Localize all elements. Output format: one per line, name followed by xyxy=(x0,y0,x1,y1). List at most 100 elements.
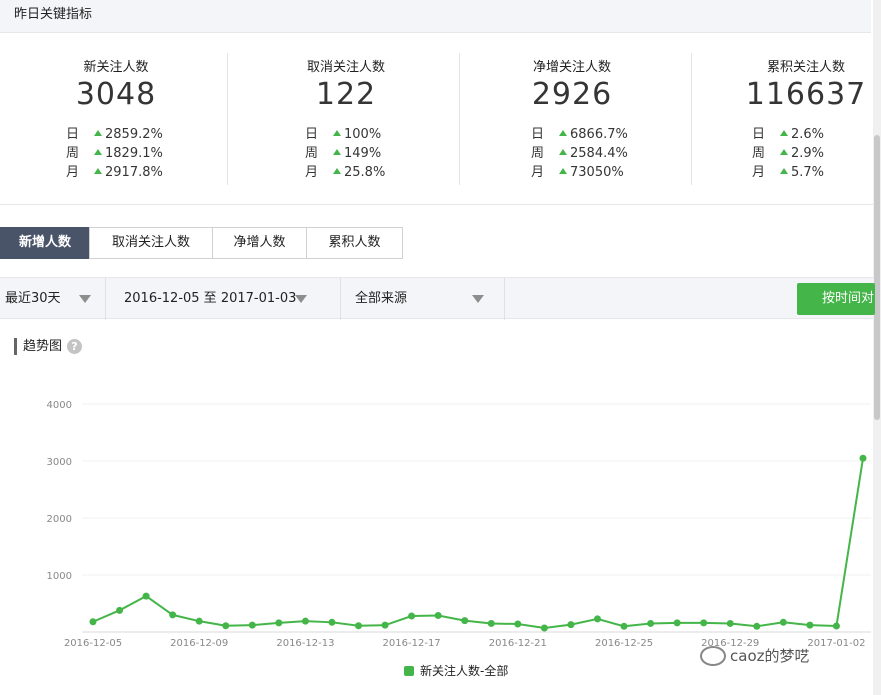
data-point[interactable] xyxy=(620,622,628,630)
metric-row-week: 周 1829.1% xyxy=(66,146,163,161)
metric-title: 累积关注人数 xyxy=(766,60,845,75)
data-point[interactable] xyxy=(434,611,442,619)
metric-row-week: 周 2584.4% xyxy=(531,146,628,161)
metric-row-day: 日 2.6% xyxy=(752,127,825,142)
data-point[interactable] xyxy=(593,615,601,623)
period-select[interactable]: 最近30天 xyxy=(0,278,106,320)
metric-value: 2926 xyxy=(531,77,613,112)
tab-unfollowers[interactable]: 取消关注人数 xyxy=(89,227,213,259)
metric-title: 取消关注人数 xyxy=(306,60,385,75)
metric-new-followers: 新关注人数 3048 日 2859.2% 周 1829.1% 月 2917.8% xyxy=(0,53,232,185)
watermark: caoz的梦呓 xyxy=(700,645,810,666)
chevron-down-icon xyxy=(79,295,91,303)
arrow-up-icon xyxy=(94,149,102,155)
x-tick-label: 2016-12-05 xyxy=(64,638,122,649)
x-tick-label: 2016-12-21 xyxy=(489,638,547,649)
section-header: 昨日关键指标 xyxy=(0,0,871,33)
help-icon[interactable]: ? xyxy=(67,339,82,354)
data-point[interactable] xyxy=(222,622,230,630)
data-point[interactable] xyxy=(647,619,655,627)
metric-net-followers: 净增关注人数 2926 日 6866.7% 周 2584.4% 月 73050% xyxy=(456,53,688,185)
arrow-up-icon xyxy=(94,130,102,136)
watermark-text: caoz的梦呓 xyxy=(730,647,810,665)
data-point[interactable] xyxy=(355,622,363,630)
tab-net-followers[interactable]: 净增人数 xyxy=(212,227,307,259)
data-point[interactable] xyxy=(726,619,734,627)
arrow-up-icon xyxy=(780,130,788,136)
metric-unfollowers: 取消关注人数 122 日 100% 周 149% 月 25.8% xyxy=(230,53,462,185)
tab-new-followers[interactable]: 新增人数 xyxy=(0,227,90,259)
data-point[interactable] xyxy=(408,612,416,620)
arrow-up-icon xyxy=(333,168,341,174)
data-point[interactable] xyxy=(461,617,469,625)
y-tick-label: 2000 xyxy=(47,514,72,525)
key-metrics-panel: 新关注人数 3048 日 2859.2% 周 1829.1% 月 2917.8% 取消… xyxy=(0,33,873,205)
metric-row-month: 月 5.7% xyxy=(752,165,825,180)
date-range-value: 2016-12-05 至 2017-01-03 xyxy=(124,291,297,306)
source-select[interactable]: 全部来源 xyxy=(341,278,505,320)
x-tick-label: 2016-12-09 xyxy=(170,638,228,649)
metric-row-day: 日 100% xyxy=(305,127,382,142)
data-point[interactable] xyxy=(567,621,575,629)
metric-divider xyxy=(227,53,228,185)
arrow-up-icon xyxy=(559,130,567,136)
data-point[interactable] xyxy=(169,611,177,619)
trend-title: 趋势图 xyxy=(14,338,62,355)
x-tick-label: 2017-01-02 xyxy=(807,638,865,649)
data-point[interactable] xyxy=(806,621,814,629)
metric-row-week: 周 149% xyxy=(305,146,382,161)
metric-value: 122 xyxy=(315,77,377,112)
data-point[interactable] xyxy=(89,618,97,626)
wechat-icon xyxy=(700,646,726,666)
section-title: 昨日关键指标 xyxy=(14,7,93,22)
metric-row-day: 日 2859.2% xyxy=(66,127,163,142)
filter-bar: 最近30天 2016-12-05 至 2017-01-03 全部来源 按时间对比 xyxy=(0,277,875,320)
arrow-up-icon xyxy=(559,149,567,155)
metric-row-month: 月 73050% xyxy=(531,165,624,180)
data-point[interactable] xyxy=(381,621,389,629)
legend-label: 新关注人数-全部 xyxy=(420,664,509,678)
trend-chart: 1000 2000 3000 4000 2016-12-05 2016-12-09 201… xyxy=(47,400,871,649)
y-tick-label: 4000 xyxy=(47,400,72,411)
data-point[interactable] xyxy=(779,618,787,626)
tab-total-followers[interactable]: 累积人数 xyxy=(306,227,403,259)
arrow-up-icon xyxy=(780,168,788,174)
data-point[interactable] xyxy=(673,619,681,627)
data-point[interactable] xyxy=(142,592,150,600)
y-tick-label: 1000 xyxy=(47,571,72,582)
data-point[interactable] xyxy=(487,619,495,627)
chevron-down-icon xyxy=(295,295,307,303)
data-point[interactable] xyxy=(540,624,548,632)
metric-title: 净增关注人数 xyxy=(532,60,611,75)
date-range-select[interactable]: 2016-12-05 至 2017-01-03 xyxy=(106,278,341,320)
period-select-value: 最近30天 xyxy=(5,291,61,306)
data-point[interactable] xyxy=(195,617,203,625)
data-point[interactable] xyxy=(832,622,840,630)
data-point[interactable] xyxy=(301,617,309,625)
chevron-down-icon xyxy=(472,295,484,303)
metric-value: 116637 xyxy=(745,77,867,112)
data-point[interactable] xyxy=(859,454,867,462)
compare-by-time-button[interactable]: 按时间对比 xyxy=(797,283,875,315)
data-point[interactable] xyxy=(275,619,283,627)
arrow-up-icon xyxy=(94,168,102,174)
arrow-up-icon xyxy=(780,149,788,155)
metric-value: 3048 xyxy=(75,77,157,112)
series-line xyxy=(92,458,864,630)
x-tick-label: 2016-12-13 xyxy=(276,638,334,649)
metric-total-followers: 累积关注人数 116637 日 2.6% 周 2.9% 月 5.7% xyxy=(690,53,881,185)
data-point[interactable] xyxy=(514,620,522,628)
data-point[interactable] xyxy=(328,618,336,626)
x-tick-label: 2016-12-25 xyxy=(595,638,653,649)
metric-row-month: 月 25.8% xyxy=(305,165,386,180)
y-tick-label: 3000 xyxy=(47,457,72,468)
data-point[interactable] xyxy=(753,622,761,630)
x-tick-label: 2016-12-17 xyxy=(383,638,441,649)
chart-legend[interactable]: 新关注人数-全部 xyxy=(404,662,508,679)
arrow-up-icon xyxy=(559,168,567,174)
data-point[interactable] xyxy=(116,606,124,614)
data-point[interactable] xyxy=(248,621,256,629)
arrow-up-icon xyxy=(333,149,341,155)
metric-row-day: 日 6866.7% xyxy=(531,127,628,142)
data-point[interactable] xyxy=(700,619,708,627)
